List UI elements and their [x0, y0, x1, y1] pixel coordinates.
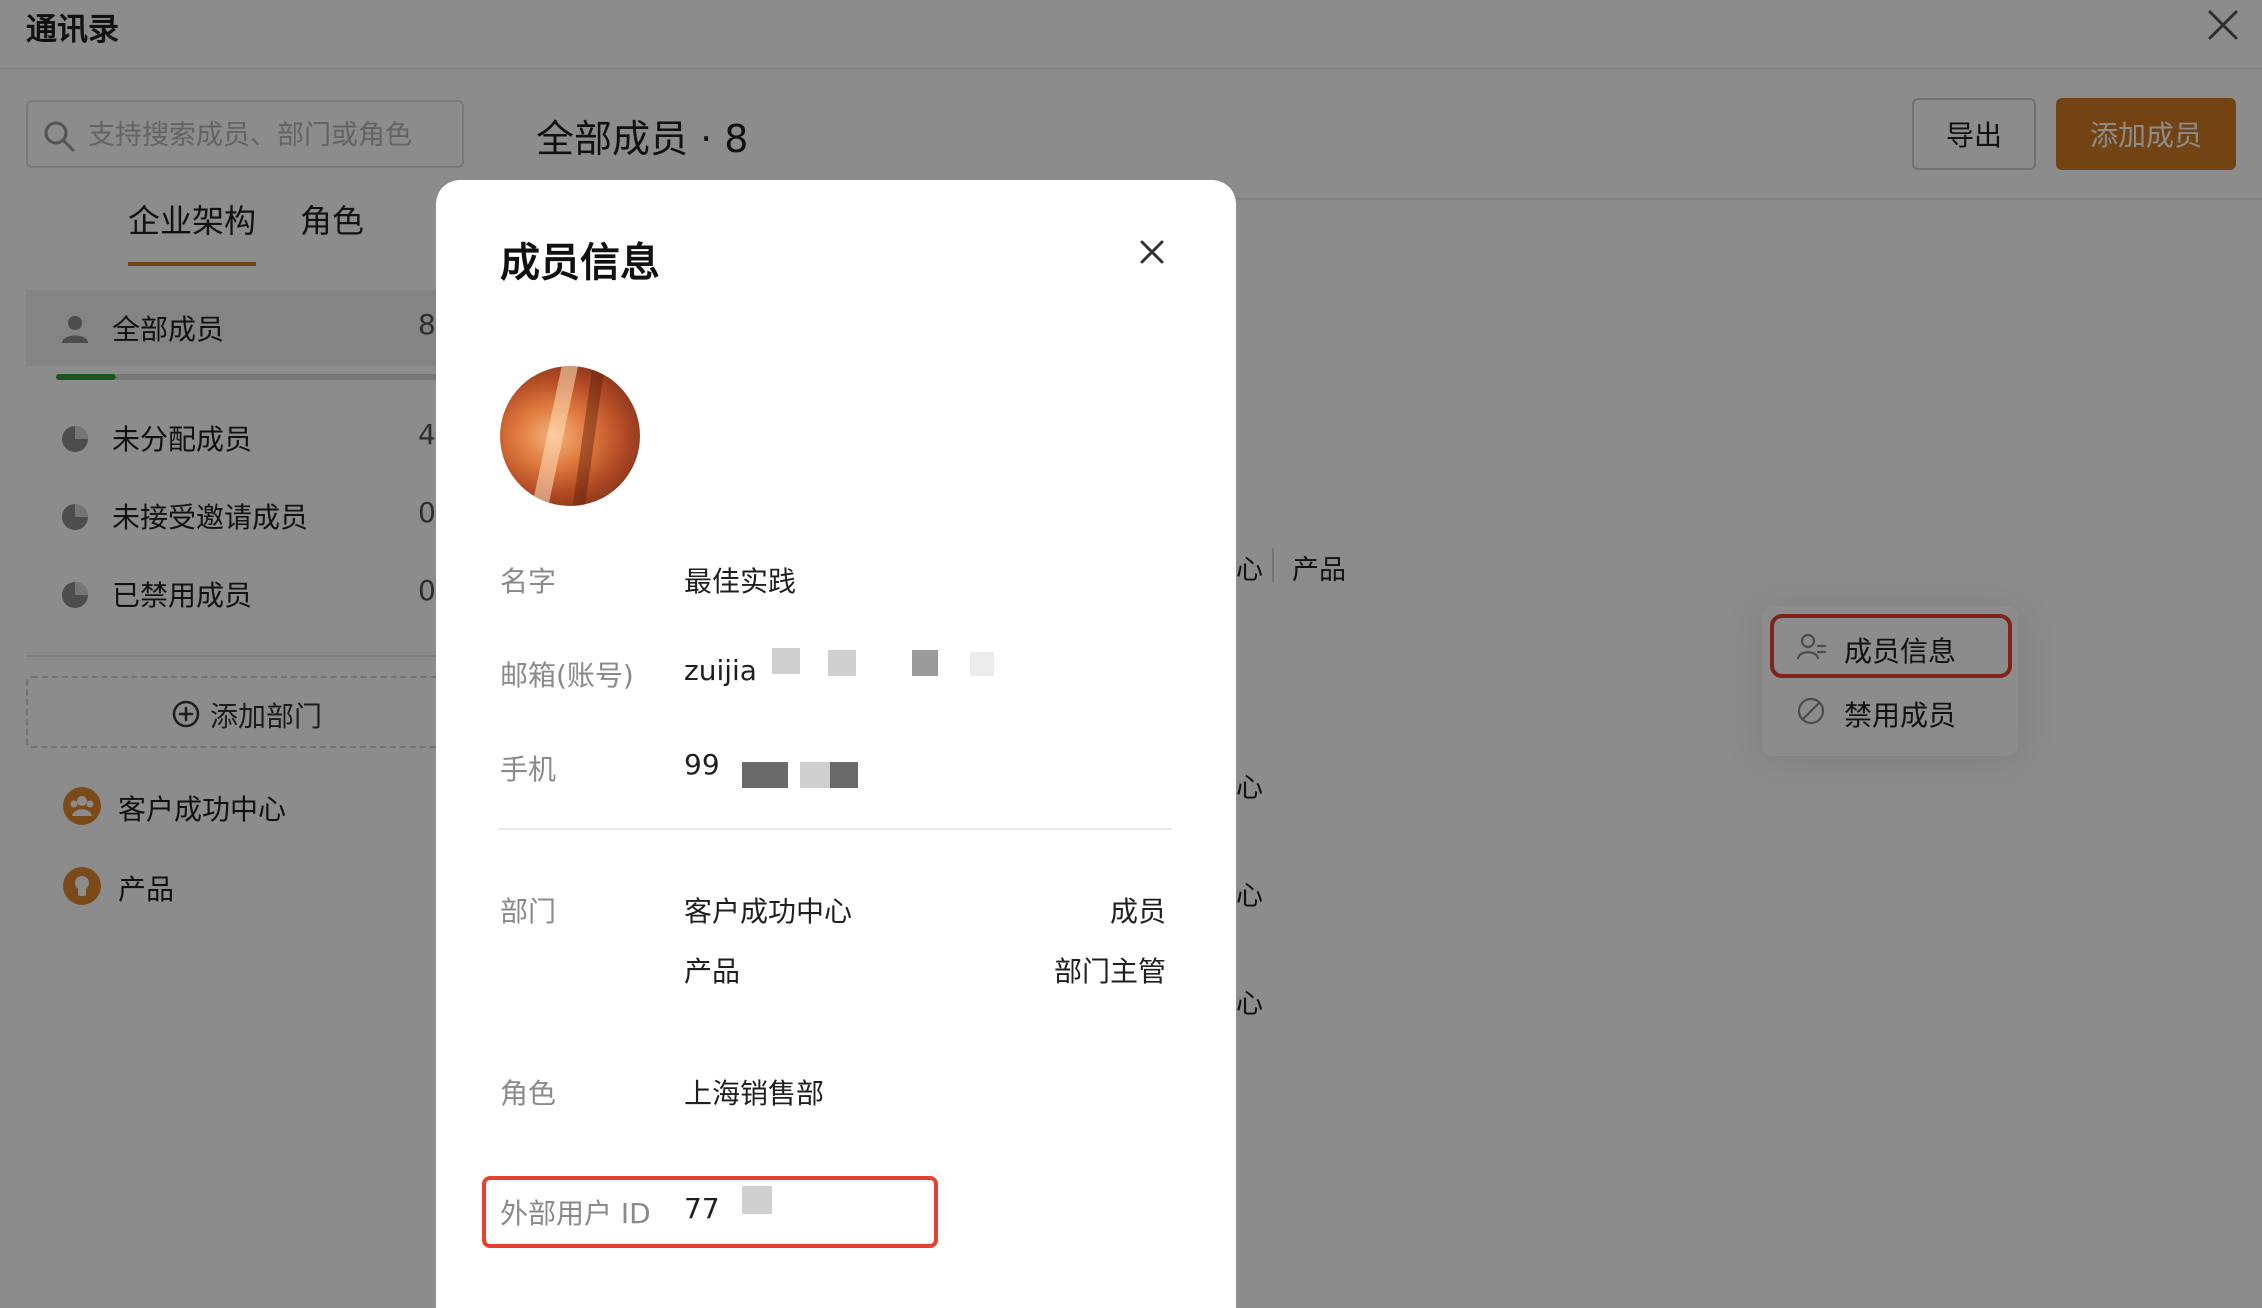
department-name: 产品 — [684, 955, 741, 988]
phone-value: 99 — [684, 748, 720, 781]
email-label: 邮箱(账号) — [500, 659, 634, 692]
member-info-dialog: 成员信息 名字 最佳实践 邮箱(账号) zuijia 手机 99 部门 客户成功… — [436, 180, 1236, 1308]
close-icon[interactable] — [1132, 232, 1172, 272]
department-label: 部门 — [500, 895, 557, 928]
department-name: 客户成功中心 — [684, 895, 853, 928]
name-label: 名字 — [500, 565, 557, 598]
phone-label: 手机 — [500, 753, 557, 786]
department-role: 成员 — [1109, 895, 1166, 928]
redacted-block — [828, 650, 856, 676]
dialog-title: 成员信息 — [500, 240, 660, 286]
role-value: 上海销售部 — [684, 1077, 825, 1110]
email-value: zuijia — [684, 654, 757, 687]
redacted-block — [830, 762, 858, 788]
external-id-highlight — [482, 1176, 938, 1248]
redacted-block — [742, 762, 788, 788]
department-role: 部门主管 — [1053, 955, 1166, 988]
avatar — [500, 366, 640, 506]
redacted-block — [912, 650, 938, 676]
redacted-block — [800, 762, 830, 788]
role-label: 角色 — [500, 1077, 557, 1110]
redacted-block — [772, 648, 800, 674]
redacted-block — [970, 652, 994, 676]
name-value: 最佳实践 — [684, 565, 797, 598]
section-divider — [498, 828, 1172, 830]
